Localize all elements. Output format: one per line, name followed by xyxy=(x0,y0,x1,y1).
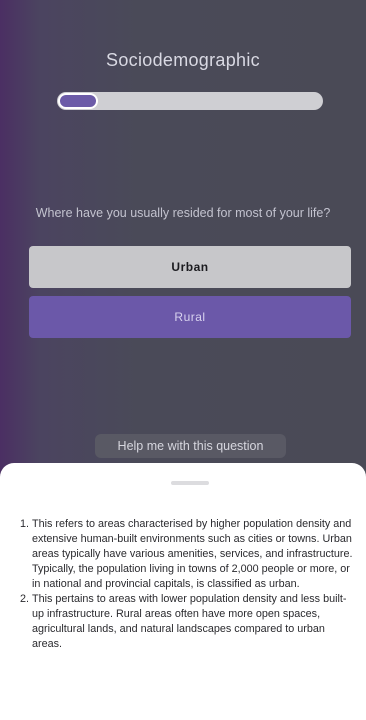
option-urban-button[interactable]: Urban xyxy=(29,246,351,288)
help-bottom-sheet: 1. This refers to areas characterised by… xyxy=(0,463,366,720)
question-text: Where have you usually resided for most … xyxy=(35,206,331,220)
option-urban-label: Urban xyxy=(171,260,209,274)
page-title: Sociodemographic xyxy=(106,50,260,70)
sheet-drag-handle[interactable] xyxy=(171,481,209,485)
option-rural-button[interactable]: Rural xyxy=(29,296,351,338)
help-button[interactable]: Help me with this question xyxy=(95,434,286,458)
explanation-item-urban: 1. This refers to areas characterised by… xyxy=(20,517,353,592)
explanation-number: 1. xyxy=(20,518,30,530)
explanation-number: 2. xyxy=(20,593,30,605)
explanation-text: This pertains to areas with lower popula… xyxy=(32,593,347,650)
help-button-label: Help me with this question xyxy=(117,439,264,453)
survey-screen: Sociodemographic Where have you usually … xyxy=(0,0,366,720)
explanation-list: 1. This refers to areas characterised by… xyxy=(20,517,353,652)
explanation-item-rural: 2. This pertains to areas with lower pop… xyxy=(20,592,353,652)
progress-bar-fill xyxy=(58,93,98,109)
option-rural-label: Rural xyxy=(174,310,206,324)
progress-bar xyxy=(57,92,323,110)
explanation-text: This refers to areas characterised by hi… xyxy=(32,518,353,590)
